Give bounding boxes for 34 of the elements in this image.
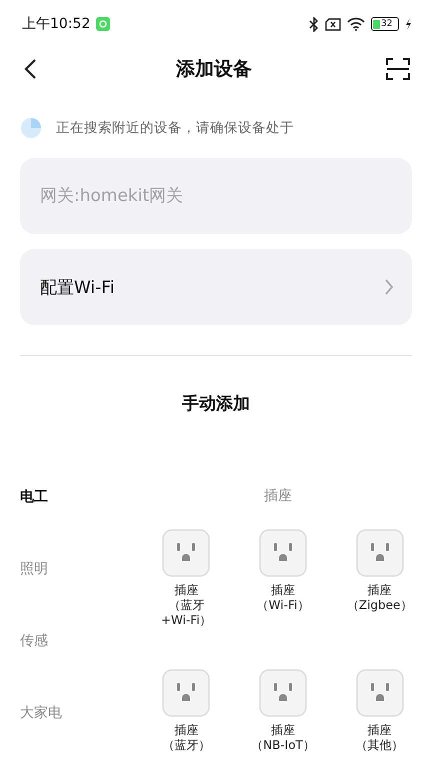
wifi-config-row[interactable]: 配置Wi-Fi: [20, 249, 412, 325]
socket-icon[interactable]: [356, 529, 404, 577]
bluetooth-icon: [309, 16, 319, 32]
sim-disabled-icon: [325, 18, 341, 30]
device-label: 插座 （其他）: [356, 723, 404, 753]
app-notification-icon: [96, 17, 110, 31]
socket-icon[interactable]: [258, 669, 307, 717]
search-notice: 正在搜索附近的设备，请确保设备处于: [56, 119, 294, 137]
device-label: 插座 （蓝牙 +Wi-Fi）: [160, 583, 212, 628]
device-label: 插座 （Zigbee）: [346, 583, 412, 613]
device-label: 插座 （Wi-Fi）: [256, 583, 310, 613]
socket-icon[interactable]: [162, 529, 210, 577]
back-icon: [23, 58, 37, 80]
chevron-icon: [384, 278, 394, 296]
category-tab[interactable]: 大家电: [20, 703, 138, 723]
status-time: 上午10:52: [22, 15, 90, 33]
wifi-icon: [347, 17, 365, 31]
category-tab[interactable]: 传感: [20, 631, 138, 651]
section-title: 手动添加: [182, 393, 250, 415]
page-title: 添加设备: [176, 57, 252, 82]
battery-level: 32: [381, 18, 392, 30]
scan-icon: [386, 58, 410, 80]
socket-icon[interactable]: [258, 529, 307, 577]
gateway-field[interactable]: 网关:homekit网关: [20, 158, 412, 234]
socket-icon[interactable]: [162, 669, 210, 717]
category-tab[interactable]: 电工: [20, 487, 138, 507]
subcategory-title: 插座: [264, 487, 292, 506]
socket-icon[interactable]: [356, 669, 404, 717]
battery-fill: [373, 20, 380, 28]
device-label: 插座 （NB-IoT）: [251, 723, 315, 753]
device-label: 插座 （蓝牙）: [162, 723, 210, 753]
category-tab[interactable]: 照明: [20, 559, 138, 579]
charging-icon: [405, 18, 412, 30]
loading-icon: [20, 117, 42, 139]
